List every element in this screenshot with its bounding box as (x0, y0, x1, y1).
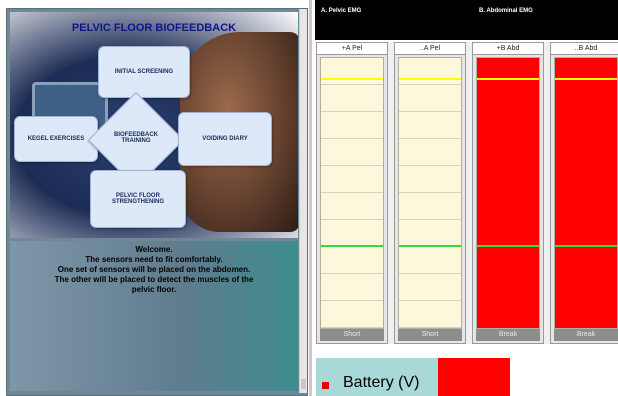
low-threshold-line (399, 245, 461, 247)
emg-bars-area: +A Pel Short ..A Pel Short +B Abd Break … (316, 42, 618, 344)
column-header: +A Pel (317, 43, 387, 55)
welcome-line: The sensors need to fit comfortably. (85, 255, 223, 264)
welcome-line: The other will be placed to detect the m… (54, 275, 254, 284)
low-threshold-line (555, 245, 617, 247)
column-header: ..A Pel (395, 43, 465, 55)
column-graph (554, 57, 618, 329)
column-graph (476, 57, 540, 329)
column-header: ..B Abd (551, 43, 618, 55)
high-threshold-line (555, 77, 617, 80)
kegel-exercises-box: KEGEL EXERCISES (14, 116, 98, 162)
column-footer: Break (476, 329, 540, 341)
channel-title-a: A. Pelvic EMG (321, 8, 362, 14)
scrollbar-thumb[interactable] (301, 379, 306, 389)
emg-column: ..B Abd Break (550, 42, 618, 344)
pane-divider[interactable] (309, 0, 312, 396)
column-graph (320, 57, 384, 329)
battery-label: Battery (V) (343, 374, 420, 391)
column-footer: Short (320, 329, 384, 341)
emg-column: +B Abd Break (472, 42, 544, 344)
slide-image: PELVIC FLOOR BIOFEEDBACK INITIAL SCREENI… (10, 12, 298, 238)
emg-column: ..A Pel Short (394, 42, 466, 344)
battery-indicator-icon (322, 382, 329, 389)
welcome-text: Welcome. The sensors need to fit comfort… (10, 245, 298, 295)
channel-title-b: B. Abdominal EMG (479, 8, 533, 14)
battery-label-box: Battery (V) (316, 358, 438, 396)
channel-headers: A. Pelvic EMG B. Abdominal EMG (315, 0, 618, 40)
biofeedback-training-label: BIOFEEDBACK TRAINING (113, 132, 158, 144)
battery-level-bar (438, 358, 510, 396)
slide-title: PELVIC FLOOR BIOFEEDBACK (71, 22, 237, 34)
column-footer: Break (554, 329, 618, 341)
column-footer: Short (398, 329, 462, 341)
welcome-panel: Welcome. The sensors need to fit comfort… (10, 241, 298, 391)
battery-row: Battery (V) (316, 352, 618, 396)
emg-column: +A Pel Short (316, 42, 388, 344)
left-panel: PELVIC FLOOR BIOFEEDBACK INITIAL SCREENI… (6, 8, 308, 396)
voiding-diary-box: VOIDING DIARY (178, 112, 272, 166)
welcome-line: Welcome. (135, 245, 173, 254)
column-header: +B Abd (473, 43, 543, 55)
level-fill (555, 58, 617, 328)
high-threshold-line (477, 77, 539, 80)
low-threshold-line (321, 245, 383, 247)
level-fill (477, 58, 539, 328)
pelvic-floor-strengthening-box: PELVIC FLOOR STRENGTHENING (90, 170, 186, 228)
welcome-line: One set of sensors will be placed on the… (57, 265, 251, 274)
welcome-line: pelvic floor. (131, 285, 177, 294)
high-threshold-line (399, 77, 461, 80)
column-graph (398, 57, 462, 329)
initial-screening-box: INITIAL SCREENING (98, 46, 190, 98)
low-threshold-line (477, 245, 539, 247)
left-scrollbar[interactable] (299, 9, 307, 393)
high-threshold-line (321, 77, 383, 80)
